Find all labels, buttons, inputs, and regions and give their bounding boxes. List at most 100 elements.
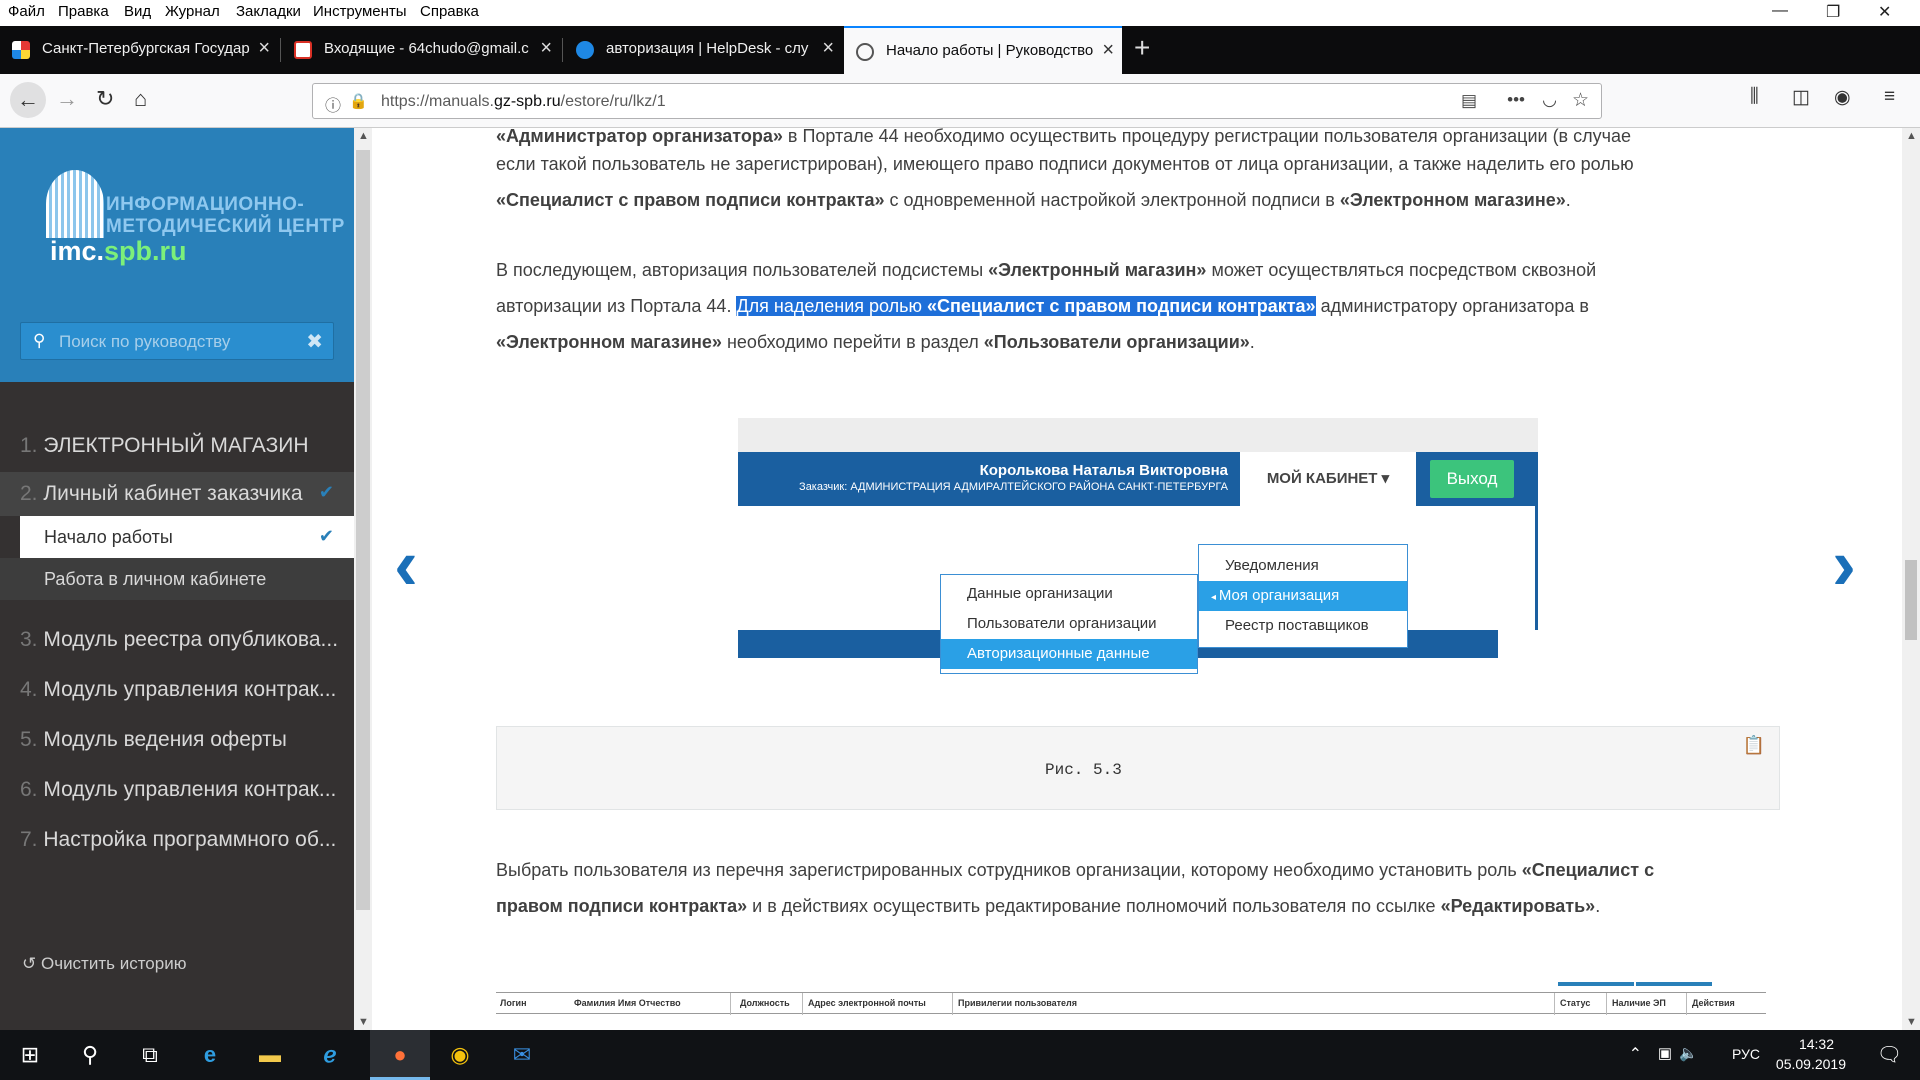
paragraph-2-line-3: «Электронном магазине» необходимо перейт… bbox=[496, 332, 1255, 352]
notifications-icon[interactable]: 🗨 bbox=[1877, 1042, 1902, 1067]
nav-bar: ← → ↻ ⌂ ⓘ 🔒 https://manuals.gz-spb.ru/es… bbox=[0, 74, 1920, 128]
language-indicator[interactable]: РУС bbox=[1732, 1046, 1760, 1062]
close-tab-icon[interactable]: × bbox=[258, 37, 270, 60]
tab-bar: Санкт-Петербургская Государ × Входящие -… bbox=[0, 26, 1920, 74]
sidebar-item-contract-module[interactable]: 4. Модуль управления контрак... bbox=[0, 664, 354, 714]
imc-logo-icon bbox=[46, 170, 104, 238]
search-icon: ⚲ bbox=[33, 331, 46, 350]
speaker-icon[interactable]: 🔈 bbox=[1679, 1044, 1698, 1062]
internet-explorer-icon[interactable]: ℯ bbox=[300, 1030, 360, 1080]
spb-icon bbox=[12, 41, 30, 59]
sidebar-item-software-setup[interactable]: 7. Настройка программного об... bbox=[0, 814, 354, 864]
network-icon[interactable]: ▣ bbox=[1658, 1044, 1672, 1062]
figure-dropdown-left: Данные организации Пользователи организа… bbox=[940, 574, 1198, 674]
prev-page-arrow-icon[interactable]: ‹ bbox=[394, 524, 418, 606]
sidebar-item-getting-started[interactable]: Начало работы ✔ bbox=[20, 516, 354, 558]
home-button[interactable]: ⌂ bbox=[134, 86, 147, 112]
paragraph-3-line-2: правом подписи контракта» и в действиях … bbox=[496, 896, 1601, 916]
sidebar-item-label: Личный кабинет заказчика bbox=[43, 482, 303, 505]
minimize-button[interactable]: — bbox=[1772, 2, 1788, 20]
url-bar[interactable]: ⓘ 🔒 https://manuals.gz-spb.ru/estore/ru/… bbox=[312, 83, 1602, 119]
tab-manual[interactable]: Начало работы | Руководство × bbox=[844, 26, 1122, 74]
clock-time[interactable]: 14:32 bbox=[1799, 1036, 1834, 1052]
main-content: «Администратор организатора» в Портале 4… bbox=[372, 128, 1902, 1030]
hamburger-menu-icon[interactable]: ≡ bbox=[1884, 86, 1895, 108]
sidebar-item-label: Модуль ведения оферты bbox=[43, 728, 287, 751]
reload-button[interactable]: ↻ bbox=[96, 86, 114, 112]
sidebar-item-label: Настройка программного об... bbox=[43, 828, 337, 851]
logo-text: ИНФОРМАЦИОННО- МЕТОДИЧЕСКИЙ ЦЕНТР bbox=[106, 194, 345, 237]
tab-title: Начало работы | Руководство bbox=[886, 42, 1094, 59]
sidebar-item-label: Модуль реестра опубликова... bbox=[43, 628, 339, 651]
chrome-icon[interactable]: ◉ bbox=[430, 1030, 490, 1080]
close-window-button[interactable]: ✕ bbox=[1878, 2, 1891, 22]
menu-bookmarks[interactable]: Закладки bbox=[236, 3, 301, 20]
mail-app-icon[interactable]: ✉ bbox=[492, 1030, 552, 1080]
sidebar-item-registry-module[interactable]: 3. Модуль реестра опубликова... bbox=[0, 614, 354, 664]
search-input[interactable]: ⚲ Поиск по руководству ✖ bbox=[20, 322, 334, 360]
paragraph-2-line-1: В последующем, авторизация пользователей… bbox=[496, 260, 1597, 280]
menu-edit[interactable]: Правка bbox=[58, 3, 109, 20]
task-view-icon[interactable]: ⧉ bbox=[120, 1030, 180, 1080]
sidebar-toggle-icon[interactable]: ◫ bbox=[1792, 86, 1810, 109]
file-explorer-icon[interactable]: ▬ bbox=[240, 1030, 300, 1080]
close-tab-icon[interactable]: × bbox=[540, 37, 552, 60]
tab-gmail[interactable]: Входящие - 64chudo@gmail.c × bbox=[282, 26, 560, 74]
bookmark-star-icon[interactable]: ☆ bbox=[1572, 89, 1589, 112]
paragraph-3-line-1: Выбрать пользователя из перечня зарегист… bbox=[496, 860, 1655, 880]
close-tab-icon[interactable]: × bbox=[822, 37, 834, 60]
start-windows-icon[interactable]: ⊞ bbox=[0, 1030, 60, 1080]
sidebar-item-label: ЭЛЕКТРОННЫЙ МАГАЗИН bbox=[43, 434, 309, 457]
sidebar-item-label: Модуль управления контрак... bbox=[43, 678, 337, 701]
sidebar: ИНФОРМАЦИОННО- МЕТОДИЧЕСКИЙ ЦЕНТР imc.sp… bbox=[0, 128, 354, 1030]
copy-clipboard-icon[interactable]: 📋 bbox=[1743, 735, 1765, 756]
menu-help[interactable]: Справка bbox=[420, 3, 479, 20]
edge-icon[interactable]: e bbox=[180, 1030, 240, 1080]
reader-view-icon[interactable]: ▤ bbox=[1461, 91, 1477, 111]
url-text: https://manuals.gz-spb.ru/estore/ru/lkz/… bbox=[381, 93, 666, 110]
windows-taskbar: ⊞ ⚲ ⧉ e ▬ ℯ ● ◉ ✉ ⌃ ▣ 🔈 РУС 14:32 05.09.… bbox=[0, 1030, 1920, 1080]
maximize-button[interactable]: ❐ bbox=[1826, 2, 1840, 22]
figure-caption: Рис. 5.3 📋 bbox=[496, 726, 1780, 810]
tab-title: Санкт-Петербургская Государ bbox=[42, 40, 250, 57]
sidebar-scrollbar[interactable]: ▲ ▼ bbox=[354, 128, 372, 1030]
search-icon[interactable]: ⚲ bbox=[60, 1030, 120, 1080]
sidebar-item-offer-module[interactable]: 5. Модуль ведения оферты bbox=[0, 714, 354, 764]
info-icon[interactable]: ⓘ bbox=[325, 92, 341, 116]
forward-button[interactable]: → bbox=[56, 86, 78, 112]
page-scrollbar[interactable]: ▲ ▼ bbox=[1902, 128, 1920, 1030]
check-icon: ✔ bbox=[318, 526, 334, 546]
selected-text: Для наделения ролью «Специалист с правом… bbox=[736, 296, 1316, 316]
clear-history-link[interactable]: ↺ Очистить историю bbox=[22, 954, 186, 974]
firefox-icon[interactable]: ● bbox=[370, 1030, 430, 1080]
close-tab-icon[interactable]: × bbox=[1102, 39, 1114, 62]
sidebar-item-cabinet-work[interactable]: Работа в личном кабинете bbox=[0, 558, 354, 600]
sidebar-item-label: Модуль управления контрак... bbox=[43, 778, 337, 801]
page-actions-icon[interactable]: ••• bbox=[1507, 90, 1525, 110]
tab-spb[interactable]: Санкт-Петербургская Государ × bbox=[0, 26, 278, 74]
menu-file[interactable]: Файл bbox=[8, 3, 45, 20]
tab-helpdesk[interactable]: авторизация | HelpDesk - слу × bbox=[564, 26, 842, 74]
menu-view[interactable]: Вид bbox=[124, 3, 151, 20]
users-table-preview: Логин Фамилия Имя Отчество Должность Адр… bbox=[496, 982, 1766, 1030]
sidebar-item-customer-cabinet[interactable]: 2. Личный кабинет заказчика ✔ bbox=[0, 472, 354, 516]
manual-icon bbox=[856, 43, 874, 61]
tab-title: авторизация | HelpDesk - слу bbox=[606, 40, 809, 57]
sidebar-item-store[interactable]: 1. ЭЛЕКТРОННЫЙ МАГАЗИН bbox=[0, 420, 354, 470]
menu-bar: Файл Правка Вид Журнал Закладки Инструме… bbox=[0, 0, 1920, 26]
library-icon[interactable]: ⫼ bbox=[1750, 86, 1759, 108]
clock-date[interactable]: 05.09.2019 bbox=[1776, 1056, 1846, 1072]
logo-brand[interactable]: imc.spb.ru bbox=[50, 236, 187, 267]
show-hidden-icons-icon[interactable]: ⌃ bbox=[1629, 1044, 1642, 1064]
back-button[interactable]: ← bbox=[10, 82, 46, 118]
menu-tools[interactable]: Инструменты bbox=[313, 3, 407, 20]
new-tab-button[interactable]: + bbox=[1134, 32, 1150, 64]
clear-search-icon[interactable]: ✖ bbox=[306, 329, 323, 354]
menu-history[interactable]: Журнал bbox=[165, 3, 220, 20]
pocket-icon[interactable]: ◡ bbox=[1542, 90, 1557, 110]
sidebar-item-contract-module-2[interactable]: 6. Модуль управления контрак... bbox=[0, 764, 354, 814]
account-icon[interactable]: ◉ bbox=[1834, 86, 1851, 109]
check-icon: ✔ bbox=[318, 482, 334, 502]
next-page-arrow-icon[interactable]: › bbox=[1832, 524, 1856, 606]
lock-icon[interactable]: 🔒 bbox=[349, 92, 368, 110]
